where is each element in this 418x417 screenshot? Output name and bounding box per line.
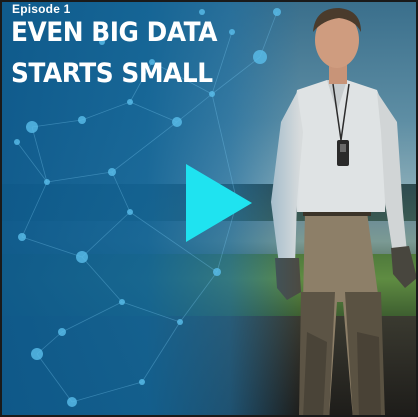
play-icon[interactable]: [182, 162, 254, 244]
video-thumbnail[interactable]: Episode 1 EVEN BIG DATA STARTS SMALL: [0, 0, 418, 417]
episode-label: Episode 1: [12, 2, 71, 16]
title-line-2: STARTS SMALL: [11, 58, 213, 89]
title-line-1: EVEN BIG DATA: [11, 17, 217, 48]
